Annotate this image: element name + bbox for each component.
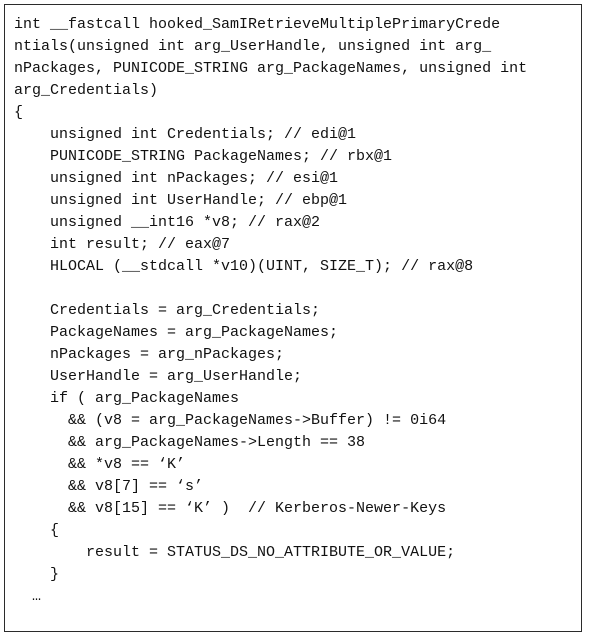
code-line: } — [14, 566, 60, 583]
code-line: PackageNames = arg_PackageNames; — [14, 324, 339, 341]
code-listing-box: int __fastcall hooked_SamIRetrieveMultip… — [4, 4, 582, 632]
code-line: … — [14, 588, 42, 605]
code-line: ntials(unsigned int arg_UserHandle, unsi… — [14, 38, 492, 55]
code-line: int __fastcall hooked_SamIRetrieveMultip… — [14, 16, 501, 33]
code-line: && v8[15] == ‘K’ ) // Kerberos-Newer-Key… — [14, 500, 447, 517]
code-line: { — [14, 522, 60, 539]
code-line: if ( arg_PackageNames — [14, 390, 240, 407]
code-line: result = STATUS_DS_NO_ATTRIBUTE_OR_VALUE… — [14, 544, 456, 561]
code-line: unsigned int Credentials; // edi@1 — [14, 126, 357, 143]
code-line: UserHandle = arg_UserHandle; — [14, 368, 303, 385]
code-line: HLOCAL (__stdcall *v10)(UINT, SIZE_T); /… — [14, 258, 474, 275]
code-line: && v8[7] == ‘s’ — [14, 478, 204, 495]
code-line: unsigned __int16 *v8; // rax@2 — [14, 214, 321, 231]
code-line: PUNICODE_STRING PackageNames; // rbx@1 — [14, 148, 393, 165]
code-line: && arg_PackageNames->Length == 38 — [14, 434, 366, 451]
code-line: nPackages = arg_nPackages; — [14, 346, 285, 363]
code-line: arg_Credentials) — [14, 82, 159, 99]
code-line: { — [14, 104, 24, 121]
code-line: unsigned int nPackages; // esi@1 — [14, 170, 339, 187]
code-line: && (v8 = arg_PackageNames->Buffer) != 0i… — [14, 412, 447, 429]
code-line: && *v8 == ‘K’ — [14, 456, 186, 473]
code-line: nPackages, PUNICODE_STRING arg_PackageNa… — [14, 60, 528, 77]
decompiled-code-listing: int __fastcall hooked_SamIRetrieveMultip… — [5, 5, 581, 608]
code-line: unsigned int UserHandle; // ebp@1 — [14, 192, 348, 209]
code-line: Credentials = arg_Credentials; — [14, 302, 321, 319]
code-line: int result; // eax@7 — [14, 236, 231, 253]
